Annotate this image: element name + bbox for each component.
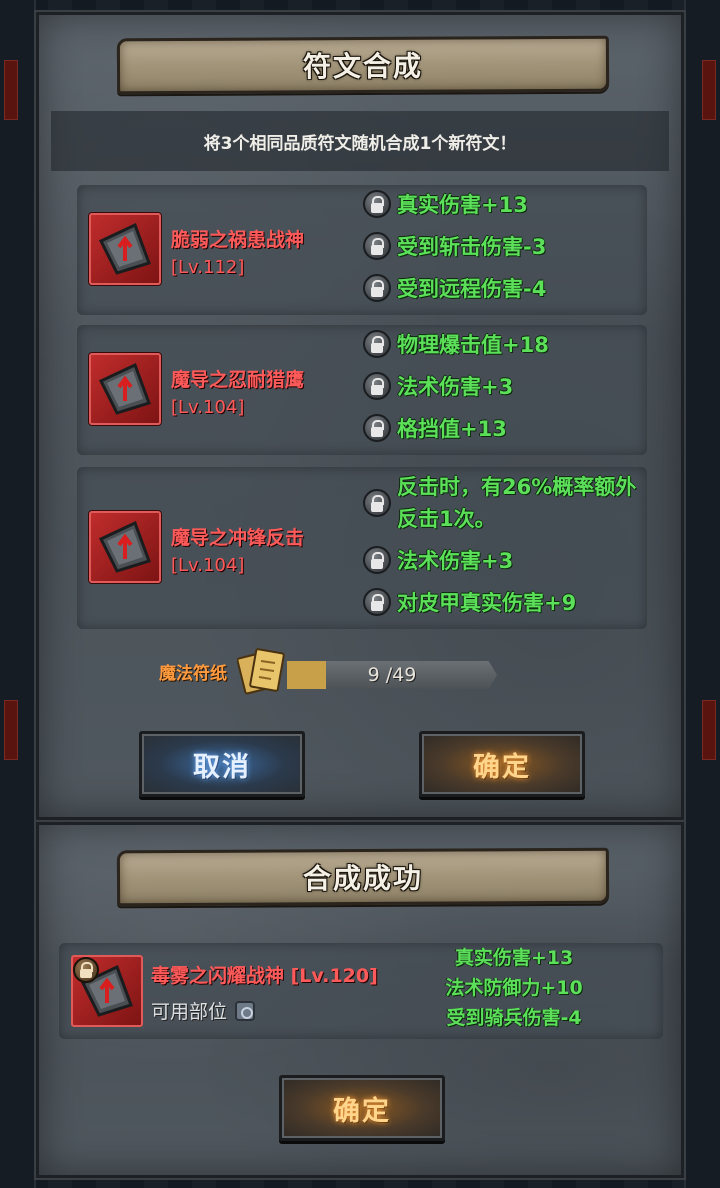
rune-shield-arrow-icon (89, 353, 161, 425)
material-label: 魔法符纸 (159, 664, 227, 684)
rune-name: 魔导之冲锋反击 (171, 527, 305, 549)
background-right-edge (684, 0, 720, 1188)
info-bar: 将3个相同品质符文随机合成1个新符文！ (51, 111, 669, 171)
rune-shield-arrow-icon (71, 955, 143, 1027)
lock-icon[interactable] (363, 372, 391, 400)
attribute-text: 物理爆击值+18 (397, 333, 549, 357)
rune-attribute: 对皮甲真实伤害+9 (363, 587, 576, 617)
rune-card[interactable]: 魔导之冲锋反击 [Lv.104] 反击时，有26%概率额外反击1次。 法术伤害+… (77, 467, 647, 629)
success-confirm-button[interactable]: 确定 (279, 1075, 445, 1141)
lock-icon[interactable] (363, 330, 391, 358)
attribute-text: 真实伤害+13 (397, 193, 528, 217)
magic-paper-icon (237, 648, 285, 695)
rune-attribute: 物理爆击值+18 (363, 329, 549, 359)
background-decoration (4, 700, 18, 760)
lock-icon[interactable] (363, 588, 391, 616)
attribute-text: 反击时，有26%概率额外反击1次。 (397, 475, 637, 531)
rune-level: [Lv.112] (171, 257, 245, 278)
rune-attribute: 真实伤害+13 (363, 189, 528, 219)
rune-name: 魔导之忍耐猎鹰 (171, 369, 305, 391)
rune-attribute: 法术伤害+3 (363, 545, 513, 575)
lock-icon[interactable] (363, 546, 391, 574)
cancel-button[interactable]: 取消 (139, 731, 305, 797)
attribute-text: 对皮甲真实伤害+9 (397, 591, 577, 615)
result-rune-card[interactable]: 毒雾之闪耀战神 [Lv.120] 可用部位 真实伤害+13 法术防御力+10 受… (59, 943, 663, 1039)
dialog-title-banner: 合成成功 (116, 847, 610, 907)
material-row: 魔法符纸 9 /49 (159, 647, 579, 695)
equip-part-label: 可用部位 (151, 1001, 228, 1023)
background-decoration (702, 60, 716, 120)
attribute-text: 真实伤害+13 (454, 947, 574, 969)
rune-shield-arrow-icon (89, 511, 161, 583)
background-decoration (4, 60, 18, 120)
rune-synthesis-dialog: 符文合成 将3个相同品质符文随机合成1个新符文！ 脆弱之祸患战神 [Lv.112… (36, 12, 684, 820)
equip-part-row: 可用部位 (151, 997, 256, 1024)
rune-attribute: 受到远程伤害-4 (363, 273, 546, 303)
attribute-text: 受到骑兵伤害-4 (446, 1007, 582, 1029)
info-text: 将3个相同品质符文随机合成1个新符文！ (203, 133, 517, 154)
synthesis-success-dialog: 合成成功 毒雾之闪耀战神 [Lv.120] 可用部位 真实伤害+13 法术防御力… (36, 822, 684, 1178)
rune-level: [Lv.104] (171, 397, 245, 418)
attribute-text: 法术伤害+3 (397, 549, 514, 573)
rune-attribute: 格挡值+13 (363, 413, 507, 443)
result-rune-name: 毒雾之闪耀战神 [Lv.120] (151, 965, 378, 987)
attribute-text: 法术伤害+3 (397, 375, 514, 399)
rune-card[interactable]: 脆弱之祸患战神 [Lv.112] 真实伤害+13 受到斩击伤害-3 受到远程伤害… (77, 185, 647, 315)
attribute-text: 格挡值+13 (397, 417, 507, 441)
rune-attribute: 反击时，有26%概率额外反击1次。 (363, 471, 637, 535)
confirm-button-label: 确定 (333, 1095, 391, 1127)
lock-icon[interactable] (363, 190, 391, 218)
lock-icon[interactable] (363, 414, 391, 442)
rune-shield-arrow-icon (89, 213, 161, 285)
lock-icon[interactable] (73, 957, 99, 983)
background-left-edge (0, 0, 36, 1188)
rune-attribute: 受到斩击伤害-3 (363, 231, 546, 261)
attribute-text: 法术防御力+10 (445, 977, 583, 999)
cancel-button-label: 取消 (193, 751, 251, 783)
lock-icon[interactable] (363, 232, 391, 260)
rune-level: [Lv.104] (171, 555, 245, 576)
background-decoration (702, 700, 716, 760)
rune-name: 脆弱之祸患战神 (171, 229, 305, 251)
dialog-title-banner: 符文合成 (116, 35, 610, 95)
result-attributes: 真实伤害+13 法术防御力+10 受到骑兵伤害-4 (429, 943, 599, 1033)
dialog-title: 符文合成 (302, 49, 424, 84)
lock-icon[interactable] (363, 274, 391, 302)
dialog-title: 合成成功 (302, 861, 424, 896)
confirm-button-label: 确定 (473, 751, 531, 783)
rune-card[interactable]: 魔导之忍耐猎鹰 [Lv.104] 物理爆击值+18 法术伤害+3 格挡值+13 (77, 325, 647, 455)
material-progress-text: 9 /49 (367, 664, 417, 686)
equipment-slot-icon[interactable] (235, 1000, 256, 1021)
rune-attribute: 法术伤害+3 (363, 371, 513, 401)
lock-icon[interactable] (363, 489, 391, 517)
attribute-text: 受到斩击伤害-3 (397, 235, 547, 259)
attribute-text: 受到远程伤害-4 (397, 277, 547, 301)
confirm-button[interactable]: 确定 (419, 731, 585, 797)
